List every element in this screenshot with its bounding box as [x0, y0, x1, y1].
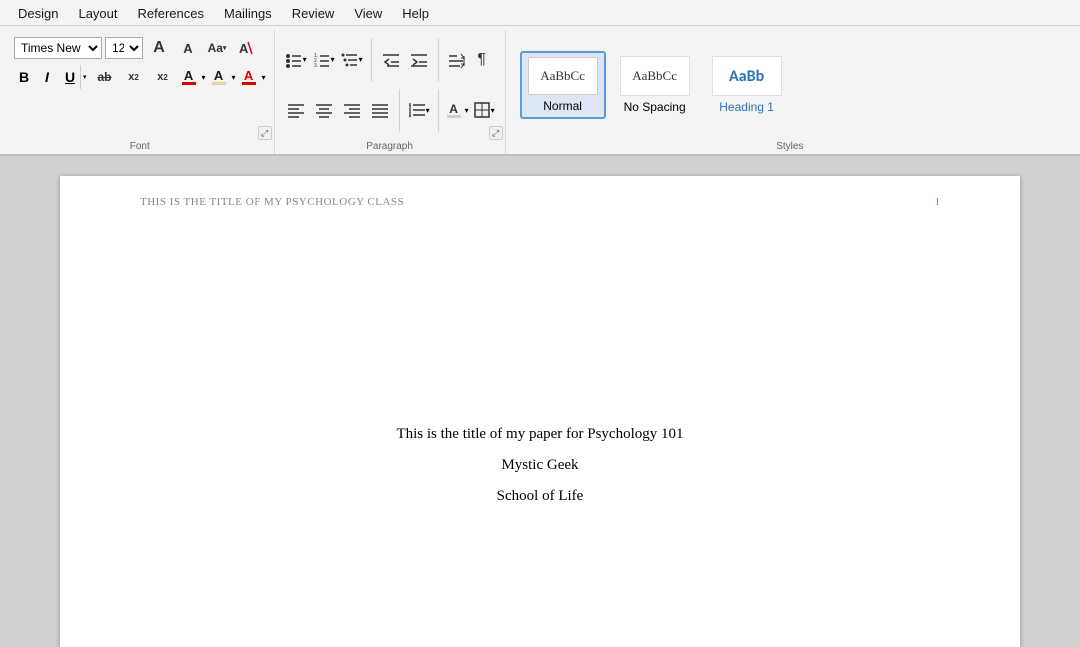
page: THIS IS THE TITLE OF MY PSYCHOLOGY CLASS… — [60, 176, 1020, 647]
page-number: 1 — [935, 196, 941, 208]
menu-mailings[interactable]: Mailings — [214, 4, 282, 23]
menu-review[interactable]: Review — [282, 4, 345, 23]
font-name-select[interactable]: Times New Roman — [14, 37, 102, 59]
style-normal-label: Normal — [543, 99, 582, 113]
highlight-color-btn[interactable]: A — [209, 65, 229, 89]
paper-title: This is the title of my paper for Psycho… — [396, 426, 683, 443]
para-row1: ▾ 1.2.3. ▾ ▾ — [283, 36, 497, 84]
subscript-btn[interactable]: x2 — [121, 65, 147, 89]
font-size-select[interactable]: 12 — [105, 37, 143, 59]
para-row2: ▾ A ▾ ▾ — [283, 87, 497, 135]
borders-btn[interactable]: ▾ — [471, 98, 497, 122]
justify-btn[interactable] — [367, 98, 393, 122]
strikethrough-btn[interactable]: ab — [92, 65, 118, 89]
menu-help[interactable]: Help — [392, 4, 439, 23]
menu-design[interactable]: Design — [8, 4, 68, 23]
paragraph-group: ▾ 1.2.3. ▾ ▾ — [275, 30, 506, 154]
bullets-btn[interactable]: ▾ — [283, 48, 309, 72]
font-row1: Times New Roman 12 A A Aa▾ A — [14, 36, 266, 60]
style-heading1-label: Heading 1 — [719, 100, 774, 114]
align-center-btn[interactable] — [311, 98, 337, 122]
font-group-label: Font — [12, 140, 268, 154]
page-body: This is the title of my paper for Psycho… — [140, 226, 940, 505]
menu-bar: Design Layout References Mailings Review… — [0, 0, 1080, 26]
font-color-btn[interactable]: A — [179, 65, 199, 89]
sort-btn[interactable] — [445, 48, 467, 72]
page-header: THIS IS THE TITLE OF MY PSYCHOLOGY CLASS… — [140, 196, 940, 208]
styles-group: AaBbCc Normal AaBbCc No Spacing AaBb — [506, 30, 1074, 154]
change-case-btn[interactable]: Aa▾ — [204, 36, 230, 60]
italic-btn[interactable]: I — [37, 65, 57, 89]
increase-indent-btn[interactable] — [406, 48, 432, 72]
line-spacing-btn[interactable]: ▾ — [406, 98, 432, 122]
paper-author: Mystic Geek — [501, 457, 578, 474]
menu-layout[interactable]: Layout — [68, 4, 127, 23]
align-right-btn[interactable] — [339, 98, 365, 122]
document-area: THIS IS THE TITLE OF MY PSYCHOLOGY CLASS… — [0, 156, 1080, 647]
clear-format-btn[interactable]: A — [233, 36, 259, 60]
style-no-spacing-label: No Spacing — [624, 100, 686, 114]
style-heading1-btn[interactable]: AaBb Heading 1 — [704, 51, 790, 119]
font-group: Times New Roman 12 A A Aa▾ A B — [6, 30, 275, 154]
font-row2: B I U ▾ ab x2 x2 — [14, 65, 266, 89]
bold-btn[interactable]: B — [14, 65, 34, 89]
style-no-spacing-btn[interactable]: AaBbCc No Spacing — [612, 51, 698, 119]
para-group-label: Paragraph — [281, 140, 499, 154]
menu-view[interactable]: View — [344, 4, 392, 23]
show-paragraph-btn[interactable]: ¶ — [469, 48, 495, 72]
ribbon: Times New Roman 12 A A Aa▾ A B — [0, 26, 1080, 156]
font-grow-btn[interactable]: A — [146, 36, 172, 60]
para-group-expand[interactable]: ⤢ — [489, 126, 503, 140]
superscript-btn[interactable]: x2 — [150, 65, 176, 89]
styles-group-label: Styles — [512, 140, 1068, 154]
shading-btn[interactable]: A — [445, 98, 463, 122]
multilevel-btn[interactable]: ▾ — [339, 48, 365, 72]
numbering-btn[interactable]: 1.2.3. ▾ — [311, 48, 337, 72]
menu-references[interactable]: References — [128, 4, 214, 23]
font-shrink-btn[interactable]: A — [175, 36, 201, 60]
style-normal-btn[interactable]: AaBbCc Normal — [520, 51, 606, 119]
svg-text:A: A — [239, 41, 249, 56]
font-color2-btn[interactable]: A — [239, 65, 259, 89]
font-group-expand[interactable]: ⤢ — [258, 126, 272, 140]
svg-text:3.: 3. — [314, 63, 318, 69]
underline-btn[interactable]: U ▾ — [60, 65, 89, 89]
paper-school: School of Life — [497, 488, 584, 505]
running-head: THIS IS THE TITLE OF MY PSYCHOLOGY CLASS — [140, 196, 404, 208]
decrease-indent-btn[interactable] — [378, 48, 404, 72]
align-left-btn[interactable] — [283, 98, 309, 122]
